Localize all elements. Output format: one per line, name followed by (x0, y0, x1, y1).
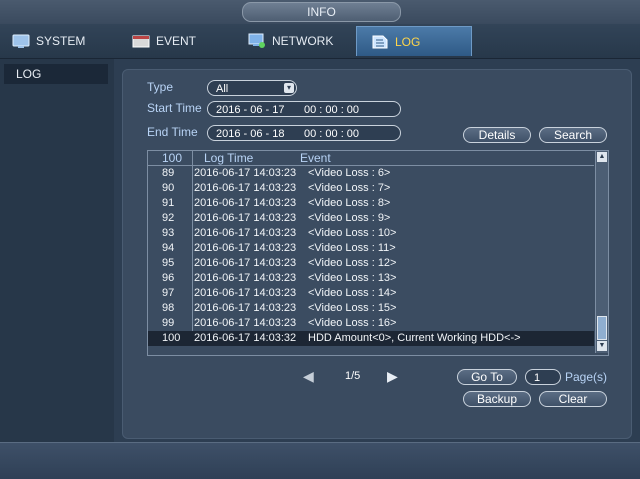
row-event: <Video Loss : 13> (308, 272, 397, 284)
start-time-label: Start Time (147, 101, 202, 115)
end-date: 2016 - 06 - 18 (216, 128, 285, 140)
start-time-input[interactable]: 2016 - 06 - 17 00 : 00 : 00 (207, 101, 401, 117)
next-page-icon[interactable]: ▶ (387, 368, 398, 385)
row-number: 100 (162, 332, 181, 344)
row-event: <Video Loss : 9> (308, 212, 391, 224)
row-event: <Video Loss : 7> (308, 182, 391, 194)
search-button[interactable]: Search (539, 127, 607, 143)
backup-button[interactable]: Backup (463, 391, 531, 407)
system-icon (12, 33, 30, 49)
scroll-thumb[interactable] (597, 316, 607, 340)
table-row[interactable]: 89 2016-06-17 14:03:23 <Video Loss : 6> (148, 166, 594, 181)
table-row[interactable]: 92 2016-06-17 14:03:23 <Video Loss : 9> (148, 211, 594, 226)
table-row[interactable]: 98 2016-06-17 14:03:23 <Video Loss : 15> (148, 301, 594, 316)
table-row[interactable]: 90 2016-06-17 14:03:23 <Video Loss : 7> (148, 181, 594, 196)
tab-log-label: LOG (395, 34, 421, 49)
scroll-up-icon[interactable]: ▲ (597, 152, 607, 162)
row-log-time: 2016-06-17 14:03:23 (194, 242, 297, 254)
row-number: 92 (162, 212, 175, 224)
log-panel: Type All ▾ Start Time 2016 - 06 - 17 00 … (122, 69, 632, 439)
log-table: 100 Log Time Event 89 2016-06-17 14:03:23… (147, 150, 609, 356)
scroll-down-icon[interactable]: ▼ (597, 341, 607, 351)
tab-network-label: NETWORK (272, 34, 334, 48)
row-event: <Video Loss : 8> (308, 197, 391, 209)
row-event: <Video Loss : 11> (308, 242, 396, 254)
table-row[interactable]: 91 2016-06-17 14:03:23 <Video Loss : 8> (148, 196, 594, 211)
sidebar: LOG (0, 59, 115, 442)
clear-button[interactable]: Clear (539, 391, 607, 407)
scrollbar[interactable]: ▲ ▼ (595, 151, 608, 353)
tab-system-label: SYSTEM (36, 34, 86, 48)
main-area: Type All ▾ Start Time 2016 - 06 - 17 00 … (114, 59, 640, 442)
row-log-time: 2016-06-17 14:03:23 (194, 182, 297, 194)
tab-system[interactable]: SYSTEM (12, 26, 85, 56)
row-number: 95 (162, 257, 175, 269)
start-date: 2016 - 06 - 17 (216, 104, 285, 116)
pages-label: Page(s) (565, 370, 608, 384)
col-log-time: Log Time (204, 151, 254, 165)
row-log-time: 2016-06-17 14:03:23 (194, 272, 297, 284)
row-log-time: 2016-06-17 14:03:23 (194, 197, 297, 209)
row-event: HDD Amount<0>, Current Working HDD<-> (308, 332, 521, 344)
type-value: All (216, 83, 229, 95)
row-number: 94 (162, 242, 175, 254)
tab-event-label: EVENT (156, 34, 197, 48)
row-log-time: 2016-06-17 14:03:23 (194, 302, 297, 314)
row-log-time: 2016-06-17 14:03:23 (194, 227, 297, 239)
row-event: <Video Loss : 15> (308, 302, 397, 314)
row-log-time: 2016-06-17 14:03:23 (194, 167, 297, 179)
row-number: 93 (162, 227, 175, 239)
row-log-time: 2016-06-17 14:03:23 (194, 212, 297, 224)
end-time-label: End Time (147, 125, 198, 139)
goto-page-input[interactable]: 1 (525, 369, 561, 385)
row-log-time: 2016-06-17 14:03:32 (194, 332, 297, 344)
row-event: <Video Loss : 16> (308, 317, 397, 329)
tab-network[interactable]: NETWORK (248, 26, 333, 56)
details-button[interactable]: Details (463, 127, 531, 143)
col-event: Event (300, 151, 331, 165)
row-number: 91 (162, 197, 175, 209)
table-header: 100 Log Time Event (148, 151, 594, 166)
row-event: <Video Loss : 14> (308, 287, 397, 299)
type-label: Type (147, 80, 174, 94)
col-count: 100 (162, 151, 183, 165)
row-number: 97 (162, 287, 175, 299)
table-row[interactable]: 100 2016-06-17 14:03:32 HDD Amount<0>, Cur… (148, 331, 594, 346)
row-log-time: 2016-06-17 14:03:23 (194, 287, 297, 299)
table-row[interactable]: 96 2016-06-17 14:03:23 <Video Loss : 13> (148, 271, 594, 286)
page-indicator: 1/5 (345, 370, 361, 382)
tab-event[interactable]: EVENT (132, 26, 196, 56)
row-log-time: 2016-06-17 14:03:23 (194, 257, 297, 269)
row-number: 90 (162, 182, 175, 194)
row-event: <Video Loss : 6> (308, 167, 391, 179)
sidebar-item-log[interactable]: LOG (4, 64, 108, 84)
tab-bar: SYSTEM EVENT NETWORK LOG (0, 24, 640, 59)
title-bar: INFO (0, 0, 640, 24)
table-row[interactable]: 95 2016-06-17 14:03:23 <Video Loss : 12> (148, 256, 594, 271)
event-icon (132, 33, 150, 49)
table-row[interactable]: 97 2016-06-17 14:03:23 <Video Loss : 14> (148, 286, 594, 301)
network-icon (248, 33, 266, 49)
table-row[interactable]: 99 2016-06-17 14:03:23 <Video Loss : 16> (148, 316, 594, 331)
row-event: <Video Loss : 10> (308, 227, 397, 239)
window-title: INFO (242, 2, 401, 22)
table-row[interactable]: 94 2016-06-17 14:03:23 <Video Loss : 11> (148, 241, 594, 256)
row-event: <Video Loss : 12> (308, 257, 397, 269)
footer-bar (0, 442, 640, 479)
start-time: 00 : 00 : 00 (304, 104, 360, 116)
row-number: 89 (162, 167, 175, 179)
type-select[interactable]: All ▾ (207, 80, 297, 96)
end-time-input[interactable]: 2016 - 06 - 18 00 : 00 : 00 (207, 125, 401, 141)
row-log-time: 2016-06-17 14:03:23 (194, 317, 297, 329)
log-icon (371, 34, 389, 50)
table-row[interactable]: 93 2016-06-17 14:03:23 <Video Loss : 10> (148, 226, 594, 241)
tab-log[interactable]: LOG (356, 26, 472, 56)
row-number: 96 (162, 272, 175, 284)
goto-button[interactable]: Go To (457, 369, 517, 385)
prev-page-icon[interactable]: ◀ (303, 368, 314, 385)
row-number: 99 (162, 317, 175, 329)
end-time: 00 : 00 : 00 (304, 128, 360, 140)
dropdown-arrow-icon: ▾ (284, 83, 294, 93)
row-number: 98 (162, 302, 175, 314)
